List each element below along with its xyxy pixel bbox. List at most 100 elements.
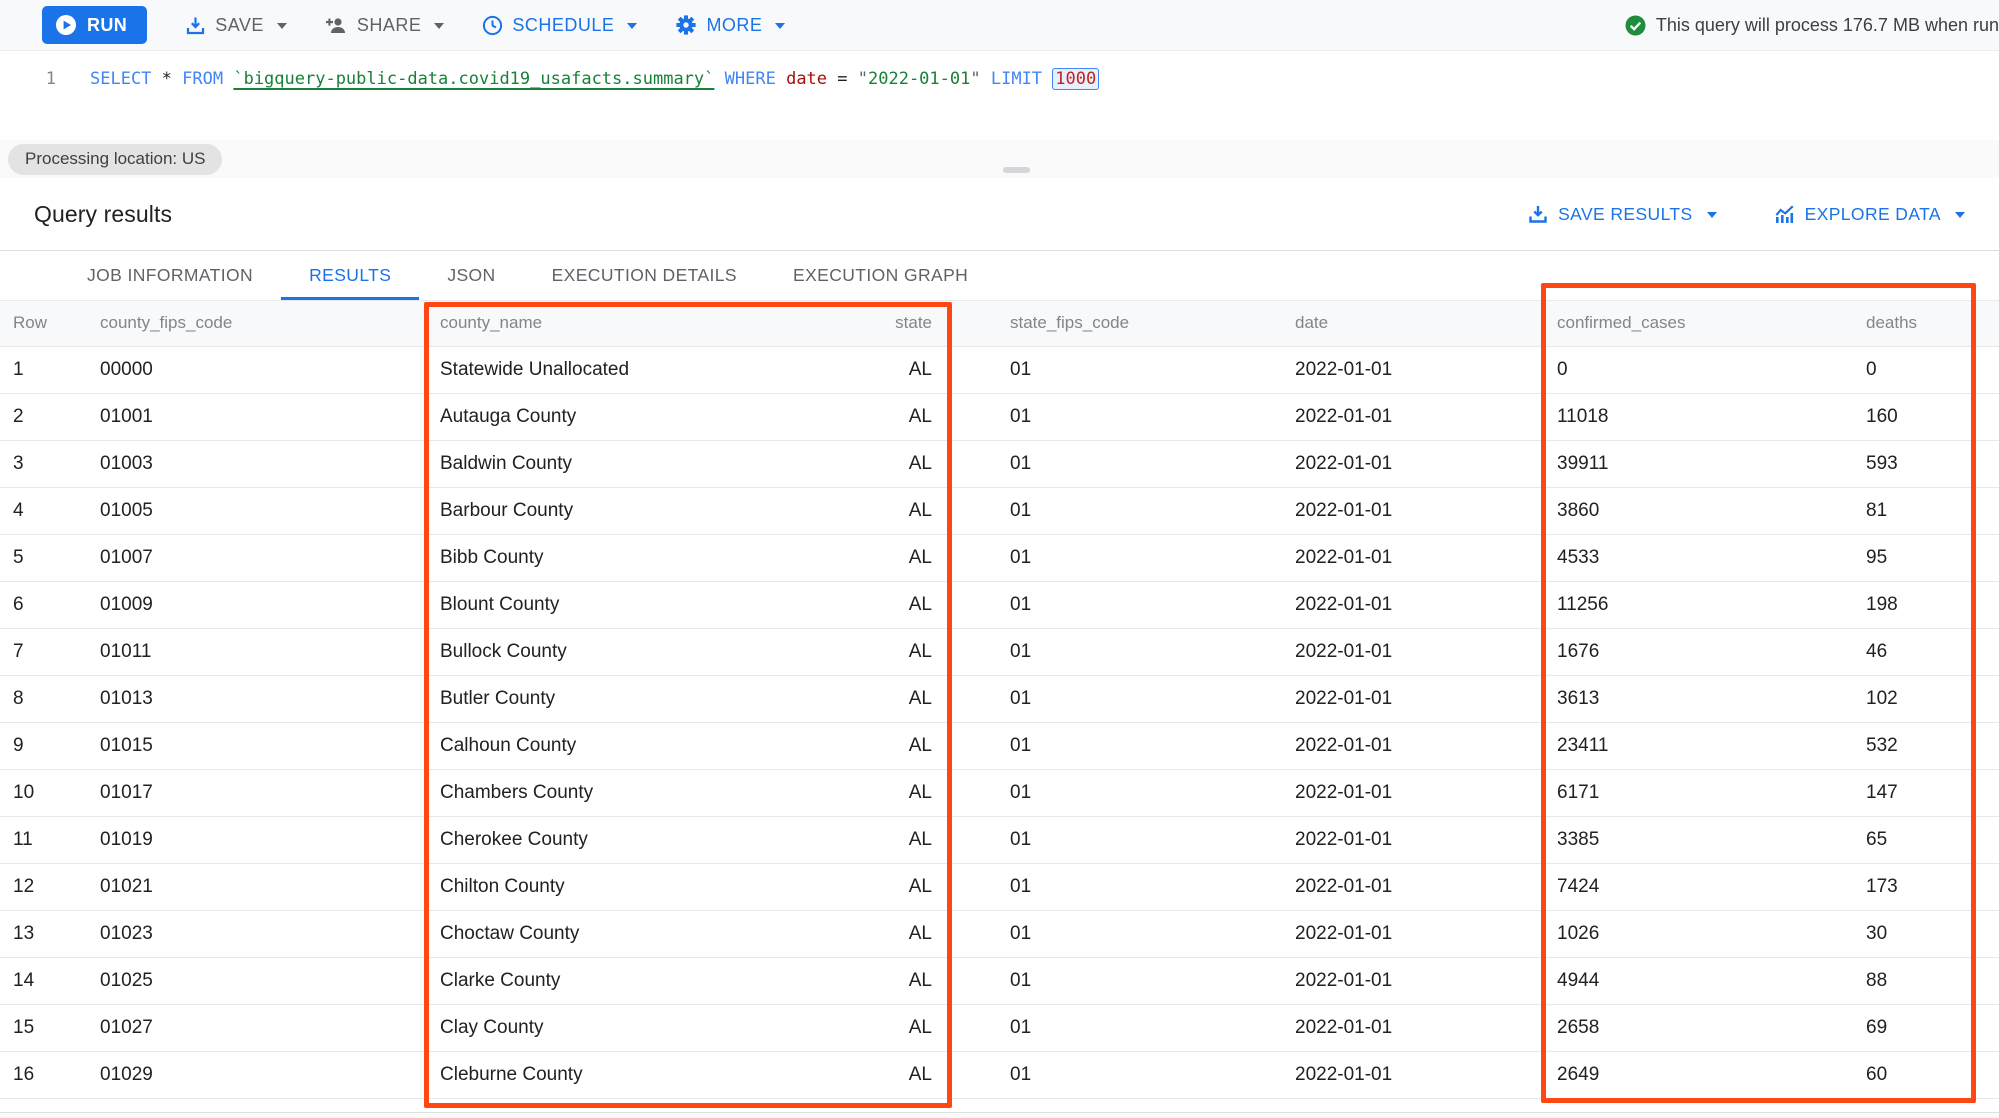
cell-confirmed_cases: 0 bbox=[1542, 346, 1855, 393]
tab-execution-graph[interactable]: EXECUTION GRAPH bbox=[765, 251, 996, 300]
column-header-confirmed_cases: confirmed_cases bbox=[1542, 301, 1855, 346]
cell-state_fips_code: 01 bbox=[952, 769, 1280, 816]
cell-confirmed_cases: 3613 bbox=[1542, 675, 1855, 722]
table-row: 201001Autauga CountyAL012022-01-01110181… bbox=[0, 393, 1999, 440]
query-validation-status: This query will process 176.7 MB when ru… bbox=[1605, 15, 1999, 36]
cell-date: 2022-01-01 bbox=[1280, 675, 1542, 722]
cell-state: AL bbox=[830, 628, 952, 675]
cell-deaths: 95 bbox=[1855, 534, 1999, 581]
tab-json[interactable]: JSON bbox=[419, 251, 523, 300]
cell-county_fips_code: 01007 bbox=[87, 534, 424, 581]
sql-token-op bbox=[1042, 69, 1052, 89]
table-row: 1101019Cherokee CountyAL012022-01-013385… bbox=[0, 816, 1999, 863]
cell-county_name: Bullock County bbox=[424, 628, 830, 675]
gear-icon bbox=[675, 14, 697, 36]
chevron-down-icon bbox=[1955, 212, 1965, 218]
cell-state: AL bbox=[830, 440, 952, 487]
save-results-button[interactable]: SAVE RESULTS bbox=[1528, 204, 1716, 225]
tab-job-information[interactable]: JOB INFORMATION bbox=[59, 251, 281, 300]
table-row: 301003Baldwin CountyAL012022-01-01399115… bbox=[0, 440, 1999, 487]
column-header-date: date bbox=[1280, 301, 1542, 346]
cell-county_fips_code: 01029 bbox=[87, 1051, 424, 1098]
cell-row: 9 bbox=[0, 722, 87, 769]
cell-state_fips_code: 01 bbox=[952, 863, 1280, 910]
cell-row: 14 bbox=[0, 957, 87, 1004]
table-body: 100000Statewide UnallocatedAL012022-01-0… bbox=[0, 346, 1999, 1098]
cell-state: AL bbox=[830, 1004, 952, 1051]
cell-county_name: Cherokee County bbox=[424, 816, 830, 863]
cell-state_fips_code: 01 bbox=[952, 675, 1280, 722]
cell-confirmed_cases: 2658 bbox=[1542, 1004, 1855, 1051]
tab-execution-details[interactable]: EXECUTION DETAILS bbox=[524, 251, 765, 300]
cell-row: 1 bbox=[0, 346, 87, 393]
cell-county_name: Cleburne County bbox=[424, 1051, 830, 1098]
cell-county_name: Calhoun County bbox=[424, 722, 830, 769]
pane-resize-handle[interactable] bbox=[1003, 167, 1030, 173]
more-button[interactable]: MORE bbox=[675, 6, 785, 44]
sql-token-op: * bbox=[151, 69, 182, 89]
cell-county_fips_code: 01027 bbox=[87, 1004, 424, 1051]
save-button[interactable]: SAVE bbox=[185, 6, 287, 44]
table-row: 1501027Clay CountyAL012022-01-01265869 bbox=[0, 1004, 1999, 1051]
tab-results[interactable]: RESULTS bbox=[281, 251, 419, 300]
editor-footer: Processing location: US bbox=[0, 140, 1999, 178]
table-row: 401005Barbour CountyAL012022-01-01386081 bbox=[0, 487, 1999, 534]
cell-row: 2 bbox=[0, 393, 87, 440]
cell-confirmed_cases: 1676 bbox=[1542, 628, 1855, 675]
cell-state_fips_code: 01 bbox=[952, 1004, 1280, 1051]
cell-state_fips_code: 01 bbox=[952, 534, 1280, 581]
save-results-label: SAVE RESULTS bbox=[1558, 204, 1692, 225]
column-header-county_fips_code: county_fips_code bbox=[87, 301, 424, 346]
cell-state_fips_code: 01 bbox=[952, 581, 1280, 628]
cell-date: 2022-01-01 bbox=[1280, 440, 1542, 487]
cell-deaths: 0 bbox=[1855, 346, 1999, 393]
cell-state_fips_code: 01 bbox=[952, 816, 1280, 863]
cell-state: AL bbox=[830, 487, 952, 534]
cell-row: 11 bbox=[0, 816, 87, 863]
run-button[interactable]: RUN bbox=[42, 6, 147, 44]
cell-county_fips_code: 01015 bbox=[87, 722, 424, 769]
cell-date: 2022-01-01 bbox=[1280, 816, 1542, 863]
check-circle-icon bbox=[1625, 15, 1646, 36]
cell-state_fips_code: 01 bbox=[952, 957, 1280, 1004]
column-header-county_name: county_name bbox=[424, 301, 830, 346]
cell-county_name: Clay County bbox=[424, 1004, 830, 1051]
sql-token-op: = bbox=[827, 69, 858, 89]
cell-county_fips_code: 01023 bbox=[87, 910, 424, 957]
cell-date: 2022-01-01 bbox=[1280, 722, 1542, 769]
cell-county_fips_code: 01003 bbox=[87, 440, 424, 487]
cell-row: 16 bbox=[0, 1051, 87, 1098]
schedule-button[interactable]: SCHEDULE bbox=[482, 6, 637, 44]
cell-confirmed_cases: 3385 bbox=[1542, 816, 1855, 863]
cell-deaths: 102 bbox=[1855, 675, 1999, 722]
cell-state: AL bbox=[830, 722, 952, 769]
cell-county_name: Clarke County bbox=[424, 957, 830, 1004]
cell-date: 2022-01-01 bbox=[1280, 346, 1542, 393]
table-row: 901015Calhoun CountyAL012022-01-01234115… bbox=[0, 722, 1999, 769]
cell-county_fips_code: 01005 bbox=[87, 487, 424, 534]
query-toolbar: RUN SAVE SHARE bbox=[0, 0, 1999, 51]
cell-state: AL bbox=[830, 393, 952, 440]
cell-row: 15 bbox=[0, 1004, 87, 1051]
explore-data-button[interactable]: EXPLORE DATA bbox=[1773, 204, 1965, 225]
table-row: 100000Statewide UnallocatedAL012022-01-0… bbox=[0, 346, 1999, 393]
page-bottom-spacer bbox=[0, 1113, 1999, 1118]
cell-county_name: Baldwin County bbox=[424, 440, 830, 487]
share-person-icon bbox=[325, 15, 348, 36]
clock-icon bbox=[482, 15, 503, 36]
sql-query-line[interactable]: SELECT * FROM `bigquery-public-data.covi… bbox=[90, 51, 1099, 140]
cell-date: 2022-01-01 bbox=[1280, 863, 1542, 910]
cell-row: 10 bbox=[0, 769, 87, 816]
table-row: 1301023Choctaw CountyAL012022-01-0110263… bbox=[0, 910, 1999, 957]
cell-state_fips_code: 01 bbox=[952, 346, 1280, 393]
cell-county_fips_code: 01025 bbox=[87, 957, 424, 1004]
cell-deaths: 160 bbox=[1855, 393, 1999, 440]
cell-date: 2022-01-01 bbox=[1280, 769, 1542, 816]
cell-deaths: 88 bbox=[1855, 957, 1999, 1004]
cell-confirmed_cases: 4533 bbox=[1542, 534, 1855, 581]
cell-state: AL bbox=[830, 769, 952, 816]
chevron-down-icon bbox=[434, 23, 444, 29]
share-button[interactable]: SHARE bbox=[325, 6, 445, 44]
cell-date: 2022-01-01 bbox=[1280, 1051, 1542, 1098]
cell-state_fips_code: 01 bbox=[952, 487, 1280, 534]
